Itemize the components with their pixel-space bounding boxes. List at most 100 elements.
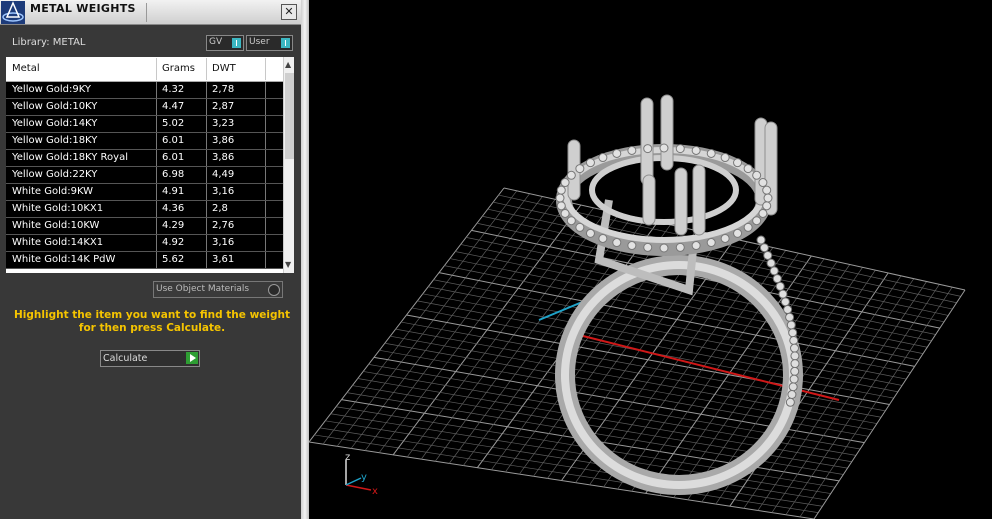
table-row[interactable]: Yellow Gold:18KY 6.01 3,86 xyxy=(6,133,283,150)
prong xyxy=(640,97,654,186)
instructions-line-2: for then press Calculate. xyxy=(78,322,226,334)
pave-stone xyxy=(675,242,685,252)
column-header-grams[interactable]: Grams xyxy=(162,63,195,74)
pave-stone xyxy=(675,144,685,154)
pave-stone xyxy=(585,228,595,238)
pave-stone xyxy=(720,153,730,163)
pave-stone xyxy=(743,222,753,232)
user-label: User xyxy=(249,37,270,47)
cell-dwt: 2,8 xyxy=(212,203,228,214)
panel-title: METAL WEIGHTS xyxy=(30,2,136,15)
column-separator xyxy=(265,184,266,201)
column-separator xyxy=(156,133,157,150)
table-row[interactable]: White Gold:10KW 4.29 2,76 xyxy=(6,218,283,235)
column-separator xyxy=(156,116,157,133)
pave-stone xyxy=(733,228,743,238)
metal-table: Metal Grams DWT Yellow Gold:9KY 4.32 2,78 Y… xyxy=(6,57,294,273)
library-label: Library: METAL xyxy=(12,37,86,48)
pave-stone xyxy=(556,201,566,211)
panel-splitter[interactable] xyxy=(301,0,309,519)
table-row[interactable]: Yellow Gold:10KY 4.47 2,87 xyxy=(6,99,283,116)
table-header: Metal Grams DWT xyxy=(6,57,283,82)
column-header-metal[interactable]: Metal xyxy=(12,63,40,74)
column-header-dwt[interactable]: DWT xyxy=(212,63,236,74)
grid-line xyxy=(785,284,940,515)
scroll-up-icon[interactable]: ▲ xyxy=(285,60,291,69)
cell-dwt: 4,49 xyxy=(212,169,235,180)
pave-stone xyxy=(788,382,798,392)
table-row[interactable]: Yellow Gold:22KY 6.98 4,49 xyxy=(6,167,283,184)
table-scrollbar[interactable]: ▲ ▼ xyxy=(283,57,294,273)
column-separator xyxy=(265,150,266,167)
table-row[interactable]: White Gold:10KX1 4.36 2,8 xyxy=(6,201,283,218)
pave-stone xyxy=(612,148,622,158)
column-separator xyxy=(206,167,207,184)
axis-gizmo: z y x xyxy=(345,452,378,497)
column-separator xyxy=(265,167,266,184)
pave-stone xyxy=(758,208,768,218)
pave-stone xyxy=(560,208,570,218)
table-row[interactable]: Yellow Gold:14KY 5.02 3,23 xyxy=(6,116,283,133)
cell-grams: 5.62 xyxy=(162,254,185,265)
cell-metal: White Gold:10KW xyxy=(12,220,100,231)
cell-grams: 4.91 xyxy=(162,186,185,197)
calculate-button[interactable]: Calculate xyxy=(100,350,200,367)
pave-stone xyxy=(790,343,800,353)
close-button[interactable]: ✕ xyxy=(281,4,297,20)
table-row[interactable]: Yellow Gold:9KY 4.32 2,78 xyxy=(6,82,283,99)
pave-stone xyxy=(612,238,622,248)
pave-stone xyxy=(789,374,799,384)
column-separator xyxy=(206,235,207,252)
column-separator xyxy=(265,133,266,150)
cell-grams: 4.47 xyxy=(162,101,185,112)
column-separator xyxy=(265,82,266,99)
pave-stone xyxy=(790,351,800,361)
pave-stone xyxy=(691,145,701,155)
table-row[interactable]: White Gold:14K PdW 5.62 3,61 xyxy=(6,252,283,269)
prong xyxy=(674,167,688,236)
cell-metal: White Gold:9KW xyxy=(12,186,94,197)
column-separator xyxy=(156,82,157,99)
pave-stone xyxy=(575,164,585,174)
use-object-materials-checkbox[interactable]: Use Object Materials xyxy=(153,281,283,298)
column-separator xyxy=(265,99,266,116)
cell-grams: 4.92 xyxy=(162,237,185,248)
toggle-switch-icon xyxy=(281,38,290,48)
column-separator xyxy=(206,218,207,235)
column-separator xyxy=(156,201,157,218)
pave-stone xyxy=(762,185,772,195)
table-row[interactable]: White Gold:14KX1 4.92 3,16 xyxy=(6,235,283,252)
column-separator xyxy=(156,218,157,235)
table-row[interactable]: White Gold:9KW 4.91 3,16 xyxy=(6,184,283,201)
pave-stone xyxy=(556,185,566,195)
cell-metal: White Gold:14KX1 xyxy=(12,237,104,248)
table-row[interactable]: Yellow Gold:18KY Royal 6.01 3,86 xyxy=(6,150,283,167)
pave-stone xyxy=(763,250,773,260)
3d-viewport[interactable]: z y x xyxy=(309,0,992,519)
title-divider xyxy=(146,3,147,22)
user-toggle[interactable]: User xyxy=(246,35,293,51)
prong xyxy=(660,94,674,171)
ring-model[interactable] xyxy=(555,94,803,495)
pave-stone xyxy=(643,242,653,252)
pave-stone xyxy=(627,145,637,155)
scroll-down-icon[interactable]: ▼ xyxy=(285,260,291,269)
pave-stone xyxy=(785,397,795,407)
cell-metal: Yellow Gold:22KY xyxy=(12,169,98,180)
column-separator xyxy=(206,252,207,269)
cell-dwt: 3,16 xyxy=(212,186,235,197)
grid-line xyxy=(813,289,966,519)
metal-weights-panel: METAL WEIGHTS ✕ Library: METAL GV User M… xyxy=(0,0,301,519)
cell-dwt: 3,86 xyxy=(212,152,235,163)
pave-stone xyxy=(775,281,785,291)
pave-stone xyxy=(659,243,669,253)
cell-grams: 6.01 xyxy=(162,152,185,163)
column-separator xyxy=(206,184,207,201)
pave-stone xyxy=(786,320,796,330)
gv-toggle[interactable]: GV xyxy=(206,35,244,51)
pave-stone xyxy=(766,258,776,268)
prong xyxy=(692,164,706,236)
scroll-thumb[interactable] xyxy=(285,73,294,159)
pave-stone xyxy=(783,305,793,315)
column-separator xyxy=(206,116,207,133)
